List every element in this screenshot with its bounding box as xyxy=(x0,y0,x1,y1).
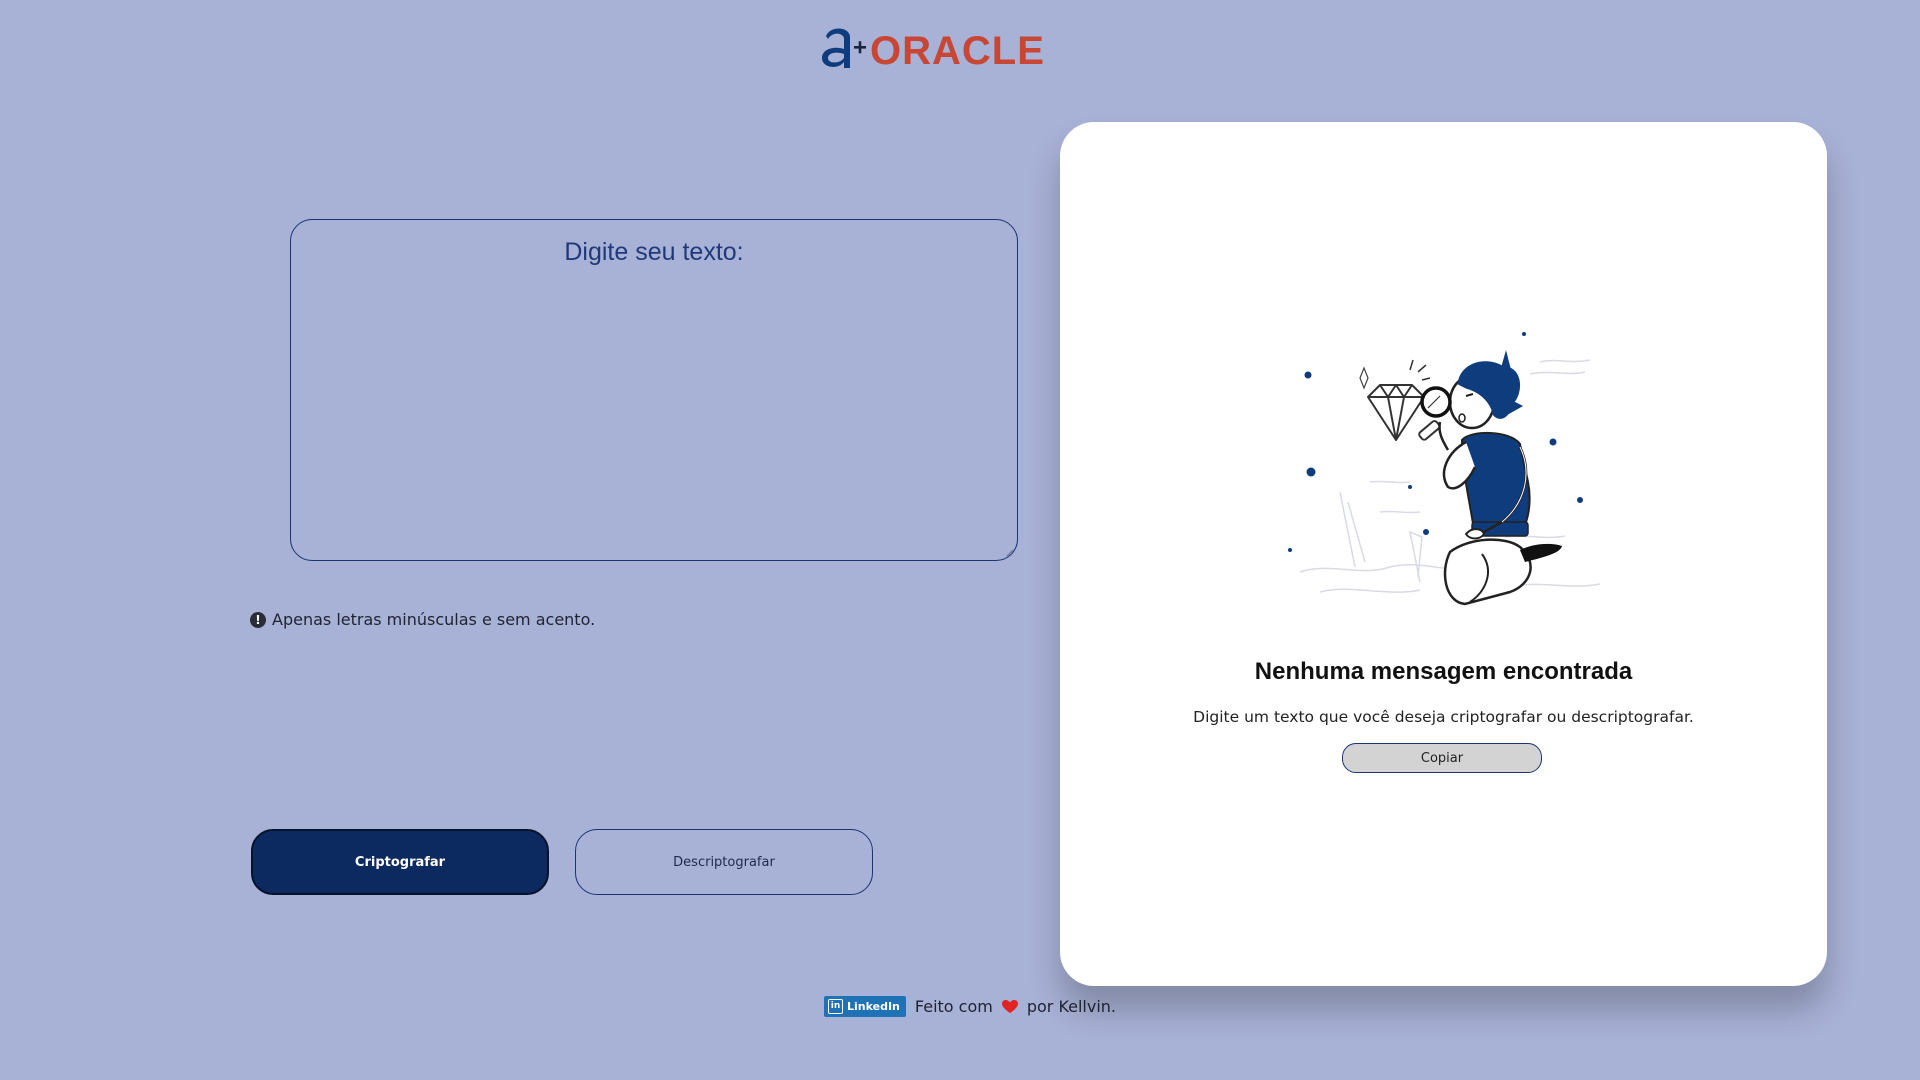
linkedin-label: LinkedIn xyxy=(847,1000,900,1013)
encrypt-button[interactable]: Criptografar xyxy=(251,829,549,895)
footer: in LinkedIn Feito com por Kellvin. xyxy=(824,996,1116,1017)
heart-icon xyxy=(1001,999,1018,1013)
decrypt-button[interactable]: Descriptografar xyxy=(575,829,873,895)
hint-text: Apenas letras minúsculas e sem acento. xyxy=(272,610,596,629)
alura-oracle-logo-icon: ORACLE xyxy=(822,28,1045,73)
copy-button[interactable]: Copiar xyxy=(1342,743,1542,773)
footer-text-before: Feito com xyxy=(914,997,993,1016)
input-hint: ! Apenas letras minúsculas e sem acento. xyxy=(250,610,595,629)
linkedin-link[interactable]: in LinkedIn xyxy=(824,996,906,1017)
text-input-wrapper xyxy=(290,219,1018,561)
oracle-wordmark: ORACLE xyxy=(870,29,1045,73)
output-panel: Nenhuma mensagem encontrada Digite um te… xyxy=(1060,122,1827,986)
person-searching-illustration xyxy=(1288,332,1601,606)
exclamation-circle-icon: ! xyxy=(250,611,266,628)
empty-state-subtitle: Digite um texto que você deseja criptogr… xyxy=(1193,708,1694,726)
logo: ORACLE xyxy=(818,22,1104,74)
footer-text-after: por Kellvin. xyxy=(1026,997,1117,1016)
linkedin-icon: in xyxy=(828,999,843,1014)
empty-state-title: Nenhuma mensagem encontrada xyxy=(1254,658,1633,685)
message-textarea[interactable] xyxy=(290,219,1018,561)
resize-grip-icon[interactable] xyxy=(1006,549,1014,557)
